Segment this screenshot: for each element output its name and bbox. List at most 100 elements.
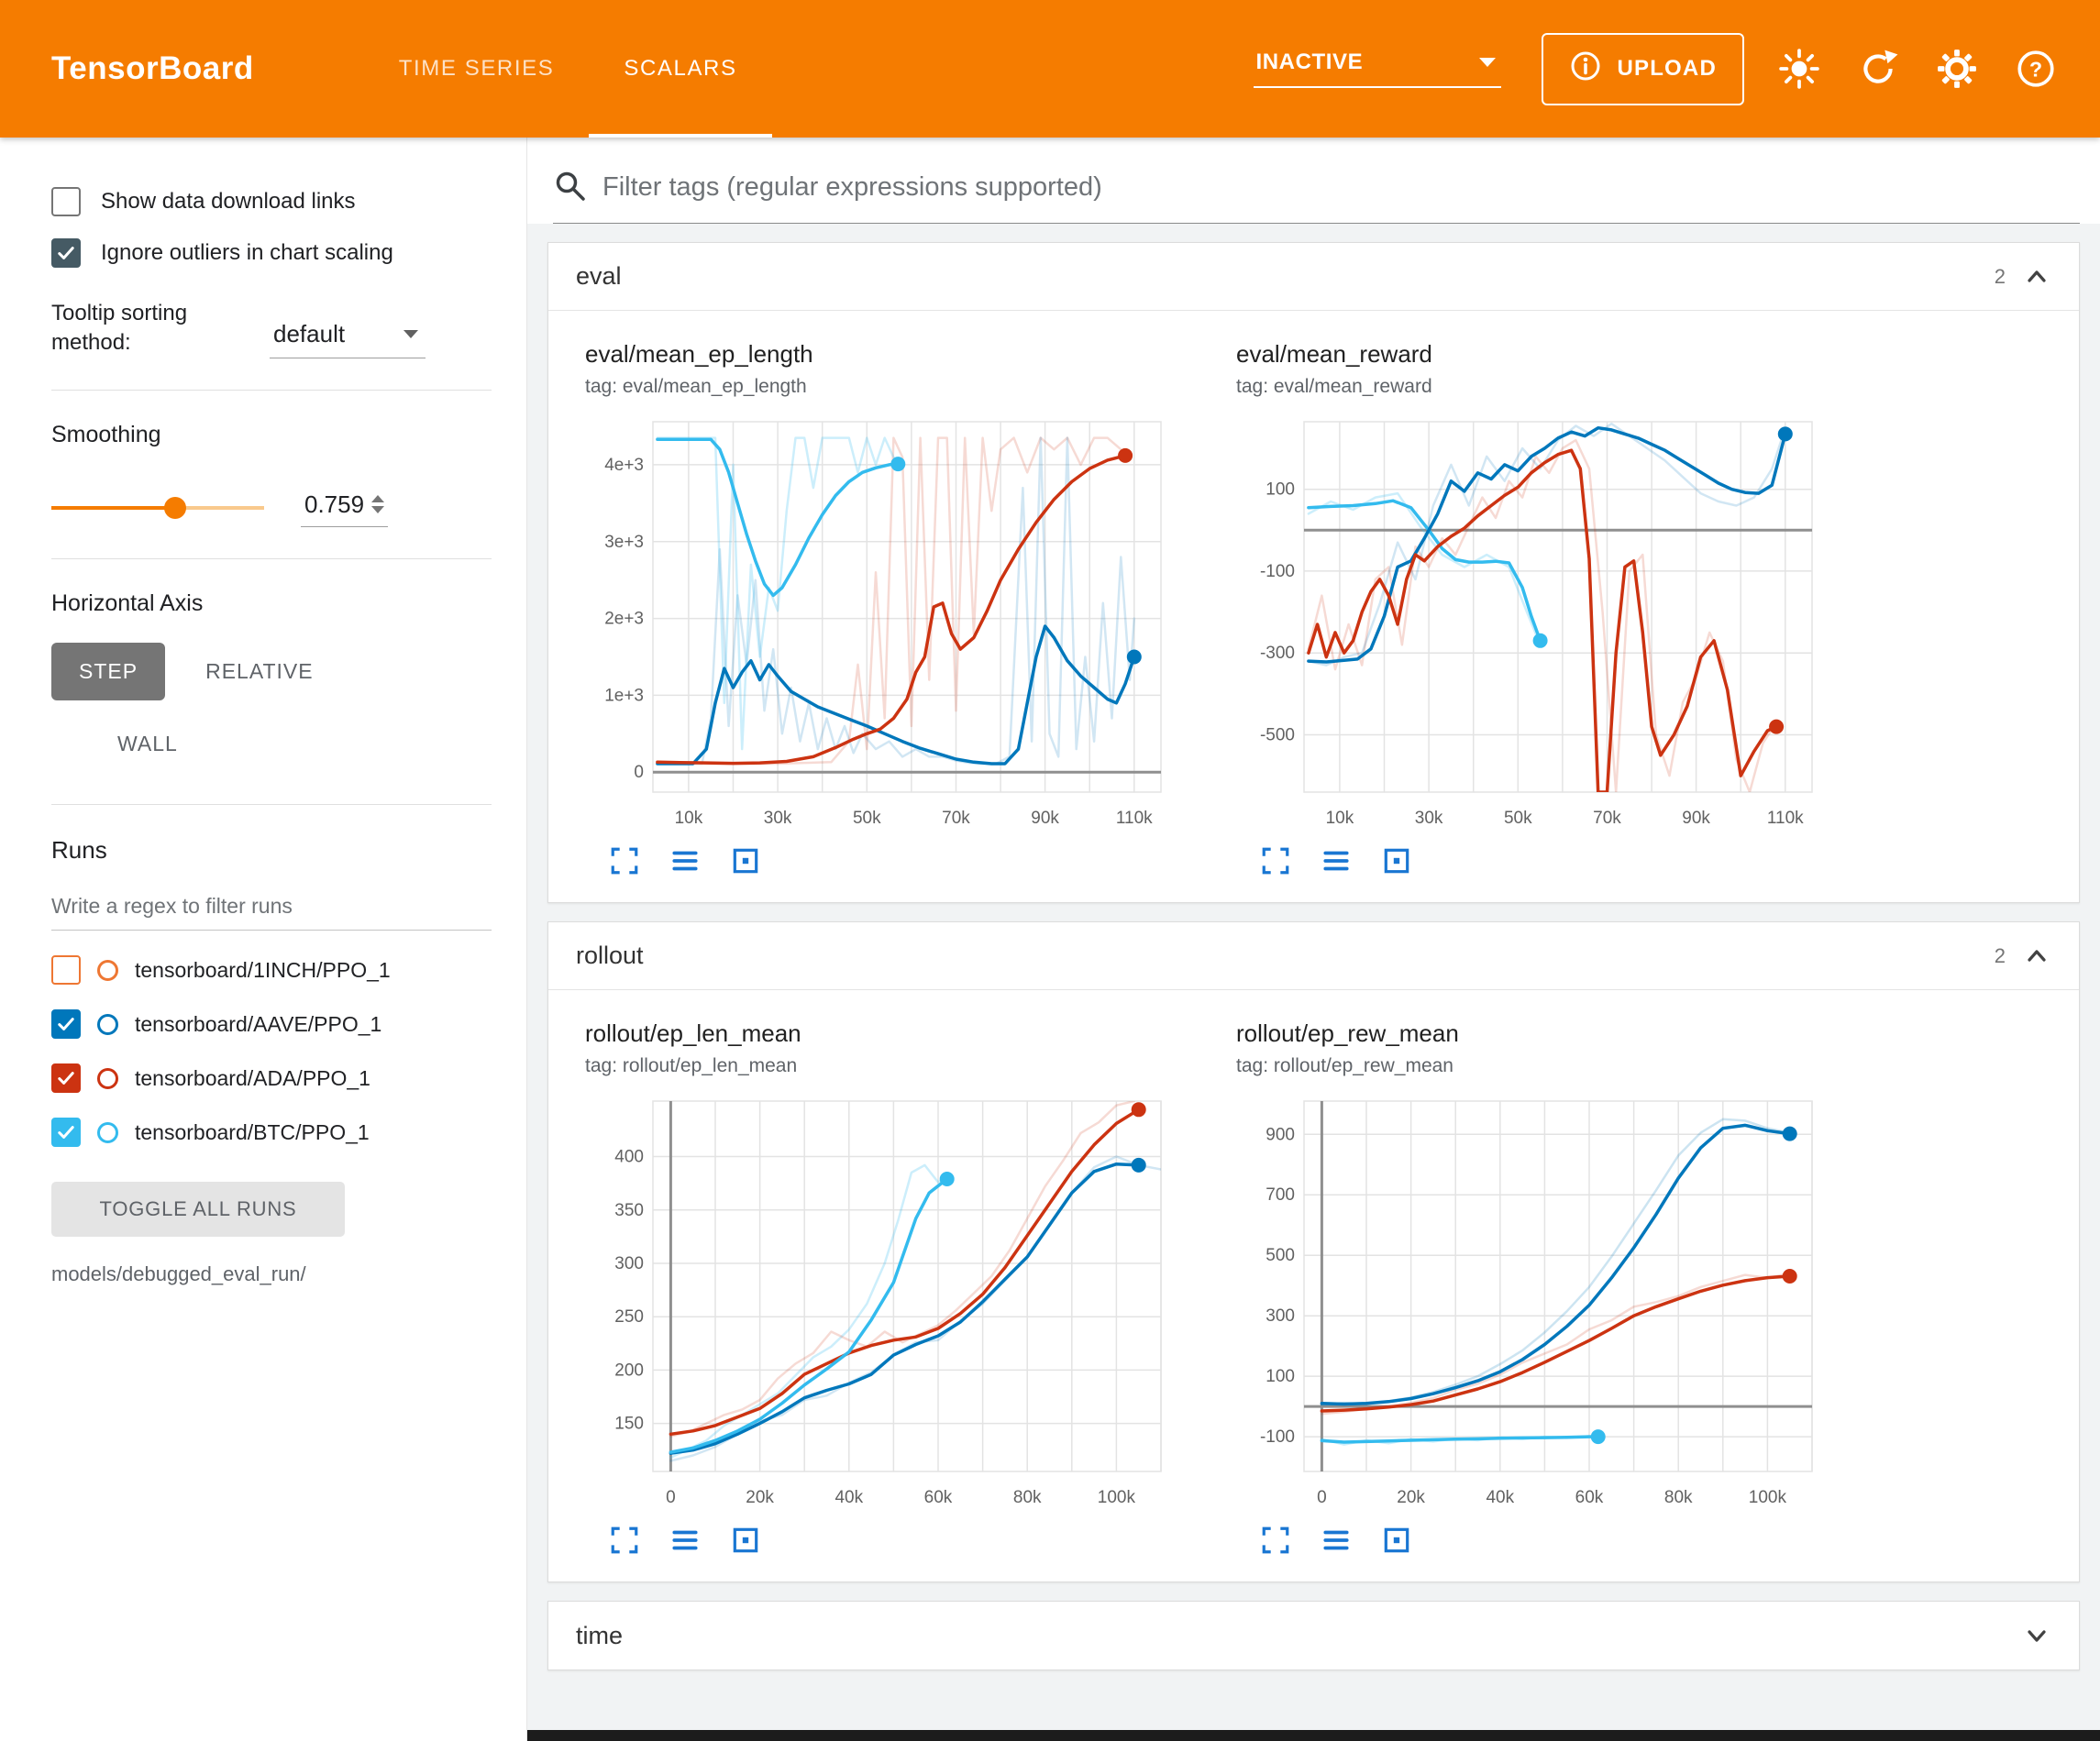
show-download-links-checkbox[interactable]: [51, 187, 81, 216]
svg-text:70k: 70k: [1593, 809, 1621, 828]
data-series-icon[interactable]: [669, 1525, 701, 1556]
chart-eval-mean-ep-length: eval/mean_ep_length tag: eval/mean_ep_le…: [585, 340, 1172, 876]
run-label: tensorboard/1INCH/PPO_1: [135, 958, 391, 983]
svg-text:20k: 20k: [746, 1488, 774, 1507]
svg-text:2e+3: 2e+3: [604, 610, 644, 629]
ignore-outliers-checkbox[interactable]: [51, 238, 81, 268]
fit-domain-icon[interactable]: [1381, 1525, 1412, 1556]
svg-text:10k: 10k: [1326, 809, 1354, 828]
run-color-circle[interactable]: [97, 960, 118, 981]
chart-tag: tag: eval/mean_ep_length: [585, 376, 1172, 398]
expand-chart-icon[interactable]: [1260, 1525, 1291, 1556]
svg-text:350: 350: [614, 1201, 644, 1220]
data-series-icon[interactable]: [669, 845, 701, 876]
run-row-1inch[interactable]: tensorboard/1INCH/PPO_1: [51, 943, 492, 997]
axis-relative-button[interactable]: RELATIVE: [178, 643, 341, 700]
chevron-down-icon[interactable]: [2022, 1621, 2051, 1650]
logdir-path: models/debugged_eval_run/: [51, 1262, 492, 1286]
chart-title: eval/mean_ep_length: [585, 340, 1172, 369]
tab-time-series[interactable]: TIME SERIES: [364, 0, 590, 138]
slider-knob[interactable]: [164, 497, 186, 519]
tab-scalars[interactable]: SCALARS: [589, 0, 771, 138]
smoothing-slider[interactable]: [51, 506, 264, 510]
chevron-down-icon: [1479, 58, 1496, 67]
svg-text:30k: 30k: [764, 809, 792, 828]
line-chart-canvas[interactable]: 020k40k60k80k100k-100100300500700900: [1236, 1086, 1823, 1517]
line-chart-canvas[interactable]: 020k40k60k80k100k150200250300350400: [585, 1086, 1172, 1517]
run-checkbox[interactable]: [51, 1063, 81, 1093]
line-chart-canvas[interactable]: 10k30k50k70k90k110k01e+32e+33e+34e+3: [585, 407, 1172, 838]
chevron-up-icon[interactable]: [2022, 942, 2051, 971]
axis-step-button[interactable]: STEP: [51, 643, 165, 700]
horizontal-axis-label: Horizontal Axis: [51, 590, 492, 617]
runs-filter-input[interactable]: [51, 890, 492, 931]
svg-text:500: 500: [1266, 1246, 1295, 1265]
smoothing-value-input[interactable]: 0.759: [301, 489, 388, 527]
upload-label: UPLOAD: [1617, 56, 1717, 82]
chart-tag: tag: rollout/ep_rew_mean: [1236, 1055, 1823, 1077]
svg-text:200: 200: [614, 1361, 644, 1380]
status-dropdown[interactable]: INACTIVE: [1254, 50, 1501, 88]
tag-filter-input[interactable]: [602, 172, 2080, 203]
svg-text:50k: 50k: [853, 809, 881, 828]
chart-eval-mean-reward: eval/mean_reward tag: eval/mean_reward 1…: [1236, 340, 1823, 876]
svg-text:100: 100: [1266, 480, 1295, 500]
run-color-circle[interactable]: [97, 1014, 118, 1035]
run-label: tensorboard/ADA/PPO_1: [135, 1066, 370, 1091]
refresh-icon[interactable]: [1854, 45, 1902, 93]
run-label: tensorboard/AAVE/PPO_1: [135, 1012, 381, 1037]
slider-fill: [51, 506, 175, 510]
fit-domain-icon[interactable]: [730, 845, 761, 876]
tooltip-sorting-value: default: [273, 320, 345, 348]
run-checkbox[interactable]: [51, 1118, 81, 1147]
upload-button[interactable]: UPLOAD: [1542, 33, 1744, 105]
section-title: rollout: [576, 942, 644, 970]
chart-title: eval/mean_reward: [1236, 340, 1823, 369]
spinner-arrows-icon[interactable]: [371, 495, 384, 513]
svg-text:60k: 60k: [1575, 1488, 1604, 1507]
run-checkbox[interactable]: [51, 955, 81, 985]
chevron-up-icon[interactable]: [2022, 262, 2051, 292]
svg-text:80k: 80k: [1013, 1488, 1042, 1507]
svg-text:70k: 70k: [942, 809, 970, 828]
smoothing-label: Smoothing: [51, 422, 492, 448]
data-series-icon[interactable]: [1321, 1525, 1352, 1556]
main-tabs: TIME SERIES SCALARS: [364, 0, 772, 138]
run-checkbox[interactable]: [51, 1009, 81, 1039]
chart-tag: tag: eval/mean_reward: [1236, 376, 1823, 398]
fit-domain-icon[interactable]: [1381, 845, 1412, 876]
line-chart-canvas[interactable]: 10k30k50k70k90k110k100-100-300-500: [1236, 407, 1823, 838]
run-row-aave[interactable]: tensorboard/AAVE/PPO_1: [51, 997, 492, 1052]
settings-icon[interactable]: [1933, 45, 1981, 93]
brightness-icon[interactable]: [1775, 45, 1823, 93]
next-section-edge: [527, 1730, 2100, 1741]
svg-text:100k: 100k: [1749, 1488, 1787, 1507]
expand-chart-icon[interactable]: [609, 1525, 640, 1556]
svg-text:0: 0: [666, 1488, 676, 1507]
show-download-links-row[interactable]: Show data download links: [51, 187, 492, 216]
smoothing-value: 0.759: [304, 490, 364, 519]
data-series-icon[interactable]: [1321, 845, 1352, 876]
toggle-all-runs-button[interactable]: TOGGLE ALL RUNS: [51, 1182, 345, 1237]
tooltip-sorting-select[interactable]: default: [270, 316, 426, 358]
run-color-circle[interactable]: [97, 1122, 118, 1143]
run-color-circle[interactable]: [97, 1068, 118, 1089]
fit-domain-icon[interactable]: [730, 1525, 761, 1556]
expand-chart-icon[interactable]: [1260, 845, 1291, 876]
section-time: time: [547, 1601, 2080, 1670]
expand-chart-icon[interactable]: [609, 845, 640, 876]
svg-text:400: 400: [614, 1148, 644, 1167]
help-icon[interactable]: ?: [2012, 45, 2060, 93]
section-eval-header[interactable]: eval 2: [548, 243, 2079, 311]
run-row-ada[interactable]: tensorboard/ADA/PPO_1: [51, 1052, 492, 1106]
header-actions: INACTIVE UPLOAD: [1254, 33, 2060, 105]
chevron-down-icon: [403, 330, 418, 338]
section-rollout-header[interactable]: rollout 2: [548, 922, 2079, 990]
tooltip-sorting-label: Tooltip sorting method:: [51, 299, 244, 358]
axis-wall-button[interactable]: WALL: [90, 715, 205, 773]
section-time-header[interactable]: time: [548, 1602, 2079, 1669]
run-row-btc[interactable]: tensorboard/BTC/PPO_1: [51, 1106, 492, 1160]
main-content: eval 2 eval/mean_ep_length tag: eval/mea…: [527, 138, 2100, 1741]
ignore-outliers-row[interactable]: Ignore outliers in chart scaling: [51, 238, 492, 268]
tensorboard-app: TensorBoard TIME SERIES SCALARS INACTIVE…: [0, 0, 2100, 1741]
